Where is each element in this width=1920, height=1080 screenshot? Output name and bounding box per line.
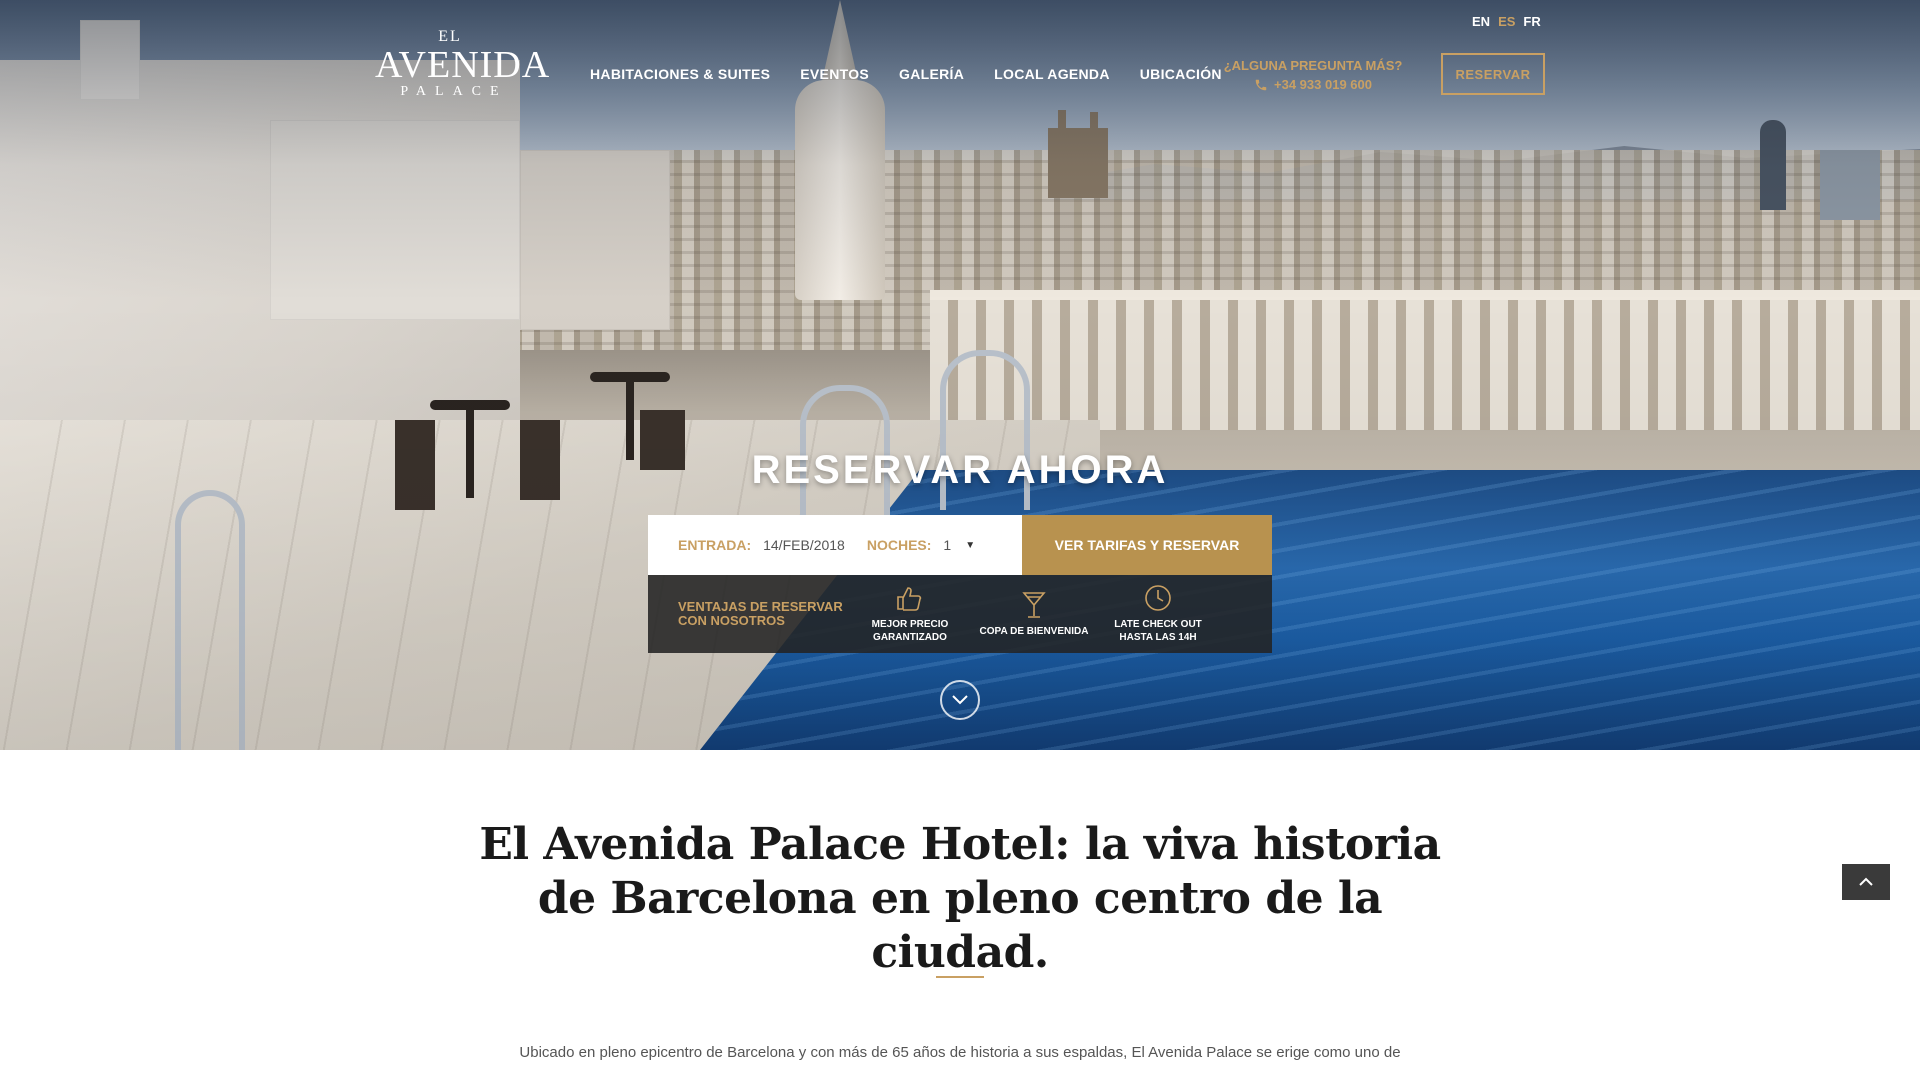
- booking-bar: ENTRADA: 14/FEB/2018 NOCHES: 1 ▼ VER TAR…: [648, 515, 1272, 575]
- reservar-button[interactable]: RESERVAR: [1441, 53, 1545, 95]
- noches-label: NOCHES:: [866, 537, 932, 553]
- booking-title: RESERVAR AHORA: [751, 448, 1169, 492]
- hotel-logo[interactable]: EL AVENIDA PALACE: [375, 28, 551, 100]
- cocktail-icon: [1022, 591, 1046, 618]
- entrada-date-field[interactable]: 14/FEB/2018: [763, 537, 845, 553]
- lang-en[interactable]: EN: [1472, 14, 1490, 29]
- lang-fr[interactable]: FR: [1523, 14, 1540, 29]
- perk-label: LATE CHECK OUT HASTA LAS 14H: [1114, 619, 1202, 643]
- perks-title: VENTAJAS DE RESERVAR CON NOSOTROS: [678, 599, 843, 628]
- main-nav: HABITACIONES & SUITES EVENTOS GALERÍA LO…: [590, 66, 1222, 82]
- nav-habitaciones[interactable]: HABITACIONES & SUITES: [590, 66, 770, 82]
- booking-fields: ENTRADA: 14/FEB/2018 NOCHES: 1 ▼: [648, 515, 1022, 575]
- lang-es[interactable]: ES: [1498, 14, 1515, 29]
- logo-name: AVENIDA: [375, 44, 551, 86]
- intro-text: Ubicado en pleno epicentro de Barcelona …: [519, 1044, 1401, 1061]
- thumbs-up-icon: [897, 587, 922, 611]
- perk-label: COPA DE BIENVENIDA: [979, 625, 1089, 637]
- logo-sub: PALACE: [400, 84, 508, 99]
- perk-late-checkout: LATE CHECK OUT HASTA LAS 14H: [1096, 584, 1220, 644]
- nav-eventos[interactable]: EVENTOS: [800, 66, 869, 82]
- contact-info: ¿ALGUNA PREGUNTA MÁS? +34 933 019 600: [1218, 56, 1408, 94]
- chevron-up-icon: [1859, 877, 1873, 886]
- phone-icon: [1255, 79, 1267, 90]
- perk-best-price: MEJOR PRECIO GARANTIZADO: [848, 584, 972, 644]
- chevron-down-icon: [952, 695, 968, 705]
- scroll-down-button[interactable]: [940, 680, 980, 720]
- back-to-top-button[interactable]: [1842, 864, 1890, 900]
- ver-tarifas-button[interactable]: VER TARIFAS Y RESERVAR: [1022, 515, 1272, 575]
- perk-label: MEJOR PRECIO GARANTIZADO: [871, 619, 949, 643]
- contact-phone[interactable]: +34 933 019 600: [1218, 75, 1408, 94]
- entrada-label: ENTRADA:: [678, 537, 752, 553]
- noches-select[interactable]: 1: [943, 537, 951, 553]
- perk-welcome-drink: COPA DE BIENVENIDA: [972, 591, 1096, 638]
- nav-ubicacion[interactable]: UBICACIÓN: [1140, 66, 1222, 82]
- clock-icon: [1145, 585, 1171, 611]
- language-switcher: EN ES FR: [1472, 14, 1541, 29]
- contact-phone-number: +34 933 019 600: [1274, 77, 1372, 92]
- contact-question: ¿ALGUNA PREGUNTA MÁS?: [1223, 58, 1403, 73]
- chevron-down-icon[interactable]: ▼: [965, 540, 975, 551]
- nav-local-agenda[interactable]: LOCAL AGENDA: [994, 66, 1110, 82]
- booking-perks: VENTAJAS DE RESERVAR CON NOSOTROS MEJOR …: [648, 575, 1272, 653]
- page-heading: El Avenida Palace Hotel: la viva histori…: [479, 819, 1441, 978]
- nav-galeria[interactable]: GALERÍA: [899, 66, 964, 82]
- gold-divider: [936, 976, 984, 978]
